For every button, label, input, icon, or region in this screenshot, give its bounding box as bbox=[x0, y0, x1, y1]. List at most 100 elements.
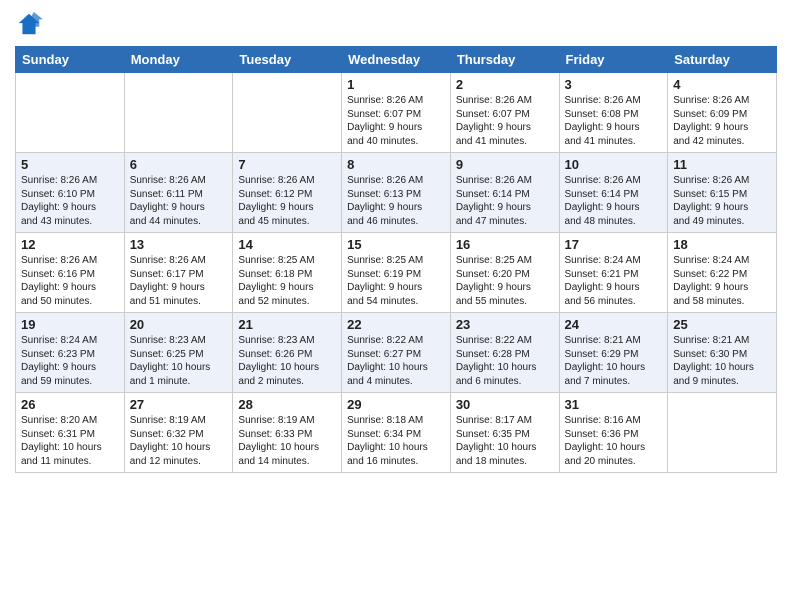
day-number: 23 bbox=[456, 317, 554, 332]
day-number: 7 bbox=[238, 157, 336, 172]
calendar-cell: 23 Sunrise: 8:22 AM Sunset: 6:28 PM Dayli… bbox=[450, 313, 559, 393]
calendar-cell: 5 Sunrise: 8:26 AM Sunset: 6:10 PM Daylig… bbox=[16, 153, 125, 233]
day-number: 18 bbox=[673, 237, 771, 252]
calendar-cell: 2 Sunrise: 8:26 AM Sunset: 6:07 PM Daylig… bbox=[450, 73, 559, 153]
day-info: Sunrise: 8:26 AM Sunset: 6:12 PM Dayligh… bbox=[238, 174, 336, 228]
day-number: 8 bbox=[347, 157, 445, 172]
day-info: Sunrise: 8:25 AM Sunset: 6:20 PM Dayligh… bbox=[456, 254, 554, 308]
day-info: Sunrise: 8:22 AM Sunset: 6:28 PM Dayligh… bbox=[456, 334, 554, 388]
day-number: 11 bbox=[673, 157, 771, 172]
calendar-cell: 1Sunrise: 8:26 AM Sunset: 6:07 PM Daylig… bbox=[342, 73, 451, 153]
day-info: Sunrise: 8:26 AM Sunset: 6:17 PM Dayligh… bbox=[130, 254, 228, 308]
day-info: Sunrise: 8:26 AM Sunset: 6:07 PM Dayligh… bbox=[456, 94, 554, 148]
calendar-cell: 20 Sunrise: 8:23 AM Sunset: 6:25 PM Dayli… bbox=[124, 313, 233, 393]
calendar-cell: 18 Sunrise: 8:24 AM Sunset: 6:22 PM Dayli… bbox=[668, 233, 777, 313]
day-number: 31 bbox=[565, 397, 663, 412]
day-info: Sunrise: 8:26 AM Sunset: 6:10 PM Dayligh… bbox=[21, 174, 119, 228]
calendar-cell bbox=[124, 73, 233, 153]
calendar-cell: 17 Sunrise: 8:24 AM Sunset: 6:21 PM Dayli… bbox=[559, 233, 668, 313]
calendar-week-4: 26 Sunrise: 8:20 AM Sunset: 6:31 PM Dayli… bbox=[16, 393, 777, 473]
day-info: Sunrise: 8:24 AM Sunset: 6:22 PM Dayligh… bbox=[673, 254, 771, 308]
calendar-week-1: 5 Sunrise: 8:26 AM Sunset: 6:10 PM Daylig… bbox=[16, 153, 777, 233]
day-info: Sunrise: 8:26 AM Sunset: 6:11 PM Dayligh… bbox=[130, 174, 228, 228]
day-number: 30 bbox=[456, 397, 554, 412]
col-header-monday: Monday bbox=[124, 47, 233, 73]
day-info: Sunrise: 8:21 AM Sunset: 6:29 PM Dayligh… bbox=[565, 334, 663, 388]
day-number: 27 bbox=[130, 397, 228, 412]
calendar-cell: 21 Sunrise: 8:23 AM Sunset: 6:26 PM Dayli… bbox=[233, 313, 342, 393]
day-number: 2 bbox=[456, 77, 554, 92]
day-number: 15 bbox=[347, 237, 445, 252]
calendar-cell: 9 Sunrise: 8:26 AM Sunset: 6:14 PM Daylig… bbox=[450, 153, 559, 233]
header-row bbox=[15, 10, 777, 38]
page-container: SundayMondayTuesdayWednesdayThursdayFrid… bbox=[0, 0, 792, 483]
day-info: Sunrise: 8:26 AM Sunset: 6:14 PM Dayligh… bbox=[565, 174, 663, 228]
day-info: Sunrise: 8:23 AM Sunset: 6:25 PM Dayligh… bbox=[130, 334, 228, 388]
day-info: Sunrise: 8:26 AM Sunset: 6:08 PM Dayligh… bbox=[565, 94, 663, 148]
day-info: Sunrise: 8:26 AM Sunset: 6:13 PM Dayligh… bbox=[347, 174, 445, 228]
calendar-cell: 12 Sunrise: 8:26 AM Sunset: 6:16 PM Dayli… bbox=[16, 233, 125, 313]
day-number: 28 bbox=[238, 397, 336, 412]
col-header-friday: Friday bbox=[559, 47, 668, 73]
calendar-cell: 26 Sunrise: 8:20 AM Sunset: 6:31 PM Dayli… bbox=[16, 393, 125, 473]
day-number: 1 bbox=[347, 77, 445, 92]
day-number: 14 bbox=[238, 237, 336, 252]
calendar-cell bbox=[233, 73, 342, 153]
calendar-cell bbox=[668, 393, 777, 473]
calendar-cell: 14 Sunrise: 8:25 AM Sunset: 6:18 PM Dayli… bbox=[233, 233, 342, 313]
col-header-tuesday: Tuesday bbox=[233, 47, 342, 73]
day-number: 21 bbox=[238, 317, 336, 332]
day-info: Sunrise: 8:26 AM Sunset: 6:16 PM Dayligh… bbox=[21, 254, 119, 308]
calendar-cell: 16 Sunrise: 8:25 AM Sunset: 6:20 PM Dayli… bbox=[450, 233, 559, 313]
calendar-cell: 25Sunrise: 8:21 AM Sunset: 6:30 PM Dayli… bbox=[668, 313, 777, 393]
day-number: 16 bbox=[456, 237, 554, 252]
calendar-cell: 19Sunrise: 8:24 AM Sunset: 6:23 PM Dayli… bbox=[16, 313, 125, 393]
col-header-sunday: Sunday bbox=[16, 47, 125, 73]
calendar-cell: 22 Sunrise: 8:22 AM Sunset: 6:27 PM Dayli… bbox=[342, 313, 451, 393]
day-info: Sunrise: 8:24 AM Sunset: 6:21 PM Dayligh… bbox=[565, 254, 663, 308]
day-number: 9 bbox=[456, 157, 554, 172]
day-number: 3 bbox=[565, 77, 663, 92]
day-number: 17 bbox=[565, 237, 663, 252]
calendar-cell: 8 Sunrise: 8:26 AM Sunset: 6:13 PM Daylig… bbox=[342, 153, 451, 233]
calendar-cell: 3 Sunrise: 8:26 AM Sunset: 6:08 PM Daylig… bbox=[559, 73, 668, 153]
day-info: Sunrise: 8:23 AM Sunset: 6:26 PM Dayligh… bbox=[238, 334, 336, 388]
calendar-cell bbox=[16, 73, 125, 153]
day-number: 4 bbox=[673, 77, 771, 92]
calendar-header-row: SundayMondayTuesdayWednesdayThursdayFrid… bbox=[16, 47, 777, 73]
day-info: Sunrise: 8:20 AM Sunset: 6:31 PM Dayligh… bbox=[21, 414, 119, 468]
day-info: Sunrise: 8:17 AM Sunset: 6:35 PM Dayligh… bbox=[456, 414, 554, 468]
day-info: Sunrise: 8:25 AM Sunset: 6:19 PM Dayligh… bbox=[347, 254, 445, 308]
day-info: Sunrise: 8:25 AM Sunset: 6:18 PM Dayligh… bbox=[238, 254, 336, 308]
day-info: Sunrise: 8:22 AM Sunset: 6:27 PM Dayligh… bbox=[347, 334, 445, 388]
day-number: 20 bbox=[130, 317, 228, 332]
calendar-table: SundayMondayTuesdayWednesdayThursdayFrid… bbox=[15, 46, 777, 473]
calendar-cell: 11 Sunrise: 8:26 AM Sunset: 6:15 PM Dayli… bbox=[668, 153, 777, 233]
calendar-cell: 29Sunrise: 8:18 AM Sunset: 6:34 PM Dayli… bbox=[342, 393, 451, 473]
day-info: Sunrise: 8:26 AM Sunset: 6:09 PM Dayligh… bbox=[673, 94, 771, 148]
logo bbox=[15, 10, 47, 38]
day-info: Sunrise: 8:19 AM Sunset: 6:33 PM Dayligh… bbox=[238, 414, 336, 468]
calendar-cell: 13 Sunrise: 8:26 AM Sunset: 6:17 PM Dayli… bbox=[124, 233, 233, 313]
day-number: 26 bbox=[21, 397, 119, 412]
day-info: Sunrise: 8:26 AM Sunset: 6:15 PM Dayligh… bbox=[673, 174, 771, 228]
day-info: Sunrise: 8:24 AM Sunset: 6:23 PM Dayligh… bbox=[21, 334, 119, 388]
day-info: Sunrise: 8:19 AM Sunset: 6:32 PM Dayligh… bbox=[130, 414, 228, 468]
col-header-saturday: Saturday bbox=[668, 47, 777, 73]
day-number: 5 bbox=[21, 157, 119, 172]
day-number: 29 bbox=[347, 397, 445, 412]
day-info: Sunrise: 8:26 AM Sunset: 6:14 PM Dayligh… bbox=[456, 174, 554, 228]
calendar-cell: 27 Sunrise: 8:19 AM Sunset: 6:32 PM Dayli… bbox=[124, 393, 233, 473]
day-info: Sunrise: 8:21 AM Sunset: 6:30 PM Dayligh… bbox=[673, 334, 771, 388]
day-number: 24 bbox=[565, 317, 663, 332]
calendar-cell: 7 Sunrise: 8:26 AM Sunset: 6:12 PM Daylig… bbox=[233, 153, 342, 233]
calendar-cell: 28 Sunrise: 8:19 AM Sunset: 6:33 PM Dayli… bbox=[233, 393, 342, 473]
col-header-wednesday: Wednesday bbox=[342, 47, 451, 73]
calendar-week-0: 1 Sunrise: 8:26 AM Sunset: 6:07 PM Daylig… bbox=[16, 73, 777, 153]
calendar-cell: 6 Sunrise: 8:26 AM Sunset: 6:11 PM Daylig… bbox=[124, 153, 233, 233]
day-number: 22 bbox=[347, 317, 445, 332]
day-number: 13 bbox=[130, 237, 228, 252]
logo-icon bbox=[15, 10, 43, 38]
day-number: 6 bbox=[130, 157, 228, 172]
day-number: 12 bbox=[21, 237, 119, 252]
